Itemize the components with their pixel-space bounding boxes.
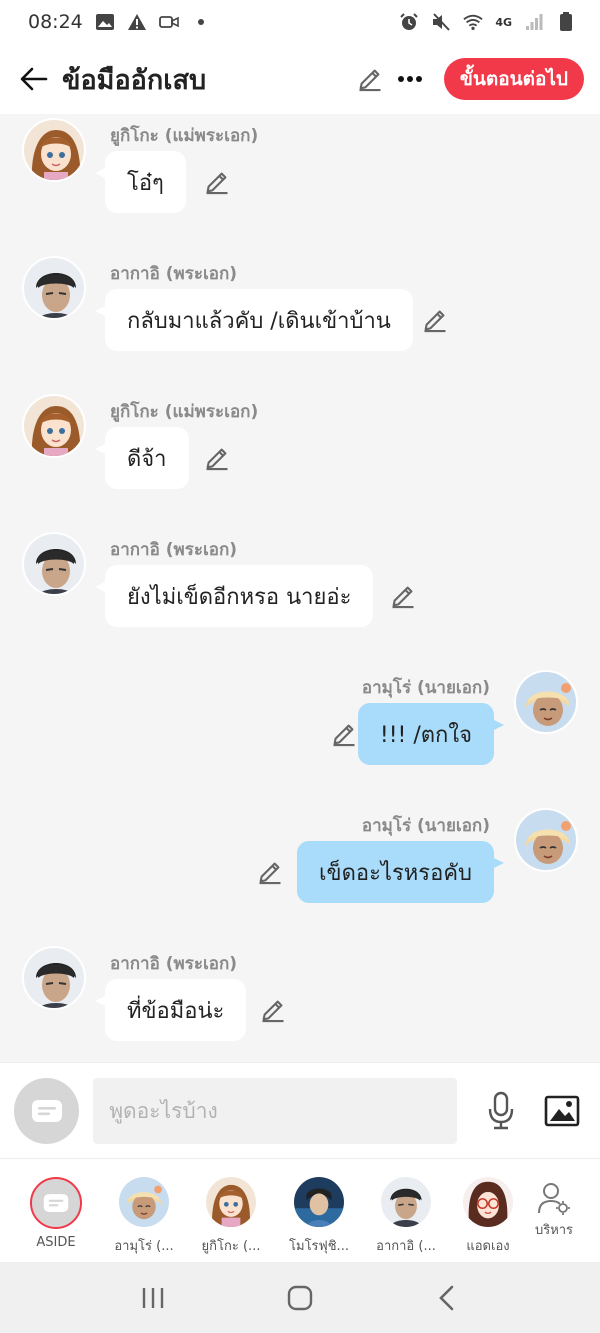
sender-name: อากาอิ (พระเอก) [110,540,238,560]
avatar[interactable] [22,946,86,1010]
battery-icon [556,12,576,32]
character-label: โมโรฟุชิ... [289,1239,349,1254]
avatar[interactable] [22,532,86,596]
page-title: ข้อมืออักเสบ [62,64,207,96]
avatar[interactable] [514,670,578,734]
character-amuro[interactable]: อามุโร่ (... [100,1177,188,1256]
message-bubble[interactable]: ดีจ้า [95,427,189,489]
status-time: 08:24 [28,11,83,33]
character-label: อากาอิ (... [376,1239,436,1254]
manage-users-icon [538,1183,570,1215]
character-label: อามุโร่ (... [114,1239,174,1254]
avatar [119,1177,169,1227]
recent-apps-icon [143,1287,164,1308]
video-icon [158,12,179,32]
system-nav-bar [0,1262,600,1333]
mute-icon [431,12,451,32]
edit-message-icon[interactable] [389,582,417,610]
edit-title-button[interactable] [350,59,390,99]
network-type: 4G [495,15,512,29]
character-morofushi[interactable]: โมโรฟุชิ... [275,1177,363,1256]
home-button[interactable] [270,1273,330,1323]
alarm-icon [399,12,419,32]
edit-message-icon[interactable] [259,996,287,1024]
message-input[interactable] [93,1077,458,1144]
manage-characters-button[interactable]: บริหาร [520,1181,588,1240]
avatar [206,1177,256,1227]
voice-button[interactable] [477,1087,524,1135]
app-header: ข้อมืออักเสบ ขั้นตอนต่อไป [0,44,600,114]
message-bubble[interactable]: ยังไม่เข็ดอีกหรอ นายอ่ะ [94,565,374,627]
character-label: ยูกิโกะ (... [201,1239,261,1254]
more-options-button[interactable] [390,59,430,99]
sender-name: อามุโร่ (นายเอก) [361,816,490,836]
avatar [381,1177,431,1227]
avatar[interactable] [514,808,578,872]
sender-name: อากาอิ (พระเอก) [110,954,238,974]
dot-icon [191,12,211,32]
system-back-button[interactable] [417,1273,477,1323]
next-step-button[interactable]: ขั้นตอนต่อไป [443,58,584,100]
message-bubble[interactable]: !!! /ตกใจ [357,703,505,765]
manage-label: บริหาร [534,1223,574,1238]
status-bar: 08:24 4G [0,0,600,44]
aside-icon [31,1099,63,1123]
chat-area[interactable]: ยูกิโกะ (แม่พระเอก) โอ๋ๆ อากาอิ (พระเอก)… [0,114,600,1062]
avatar[interactable] [22,394,86,458]
microphone-icon [488,1091,514,1129]
message-bubble[interactable]: ที่ข้อมือน่ะ [94,979,247,1041]
wifi-icon [463,12,483,32]
back-chevron-icon [438,1285,453,1310]
recent-apps-button[interactable] [123,1273,183,1323]
avatar[interactable] [22,118,86,182]
signal-icon [524,12,544,32]
image-icon [95,12,115,32]
message-bubble[interactable]: โอ๋ๆ [95,151,186,213]
more-dots-icon [397,76,422,82]
edit-message-icon[interactable] [203,444,231,472]
image-upload-button[interactable] [539,1087,586,1135]
home-icon [287,1285,313,1310]
character-label: แอดเอง [466,1239,510,1254]
character-bar: ASIDE อามุโร่ (... ยูกิโกะ (... โมโรฟุชิ… [0,1158,600,1262]
image-icon [544,1095,580,1126]
message-bubble[interactable]: เข็ดอะไรหรอคับ [297,841,504,903]
back-arrow-icon [20,67,48,91]
aside-toggle-button[interactable] [14,1077,80,1144]
warning-icon [127,12,147,32]
character-yukiko[interactable]: ยูกิโกะ (... [187,1177,275,1256]
input-bar [0,1062,600,1158]
character-akai[interactable]: อากาอิ (... [362,1177,450,1256]
back-button[interactable] [16,61,52,97]
pencil-icon [356,65,384,93]
sender-name: ยูกิโกะ (แม่พระเอก) [110,402,259,422]
character-aside[interactable]: ASIDE [12,1177,100,1250]
edit-message-icon[interactable] [256,858,284,886]
character-label: ASIDE [36,1235,76,1250]
avatar [463,1177,513,1227]
sender-name: อามุโร่ (นายเอก) [361,678,490,698]
edit-message-icon[interactable] [203,168,231,196]
edit-message-icon[interactable] [421,306,449,334]
avatar [294,1177,344,1227]
avatar[interactable] [22,256,86,320]
aside-avatar [30,1177,82,1229]
character-admin[interactable]: แอดเอง [444,1177,532,1256]
message-bubble[interactable]: กลับมาแล้วคับ /เดินเข้าบ้าน [95,289,413,351]
sender-name: อากาอิ (พระเอก) [110,264,238,284]
aside-icon [43,1193,69,1213]
sender-name: ยูกิโกะ (แม่พระเอก) [110,126,259,146]
edit-message-icon[interactable] [330,720,358,748]
